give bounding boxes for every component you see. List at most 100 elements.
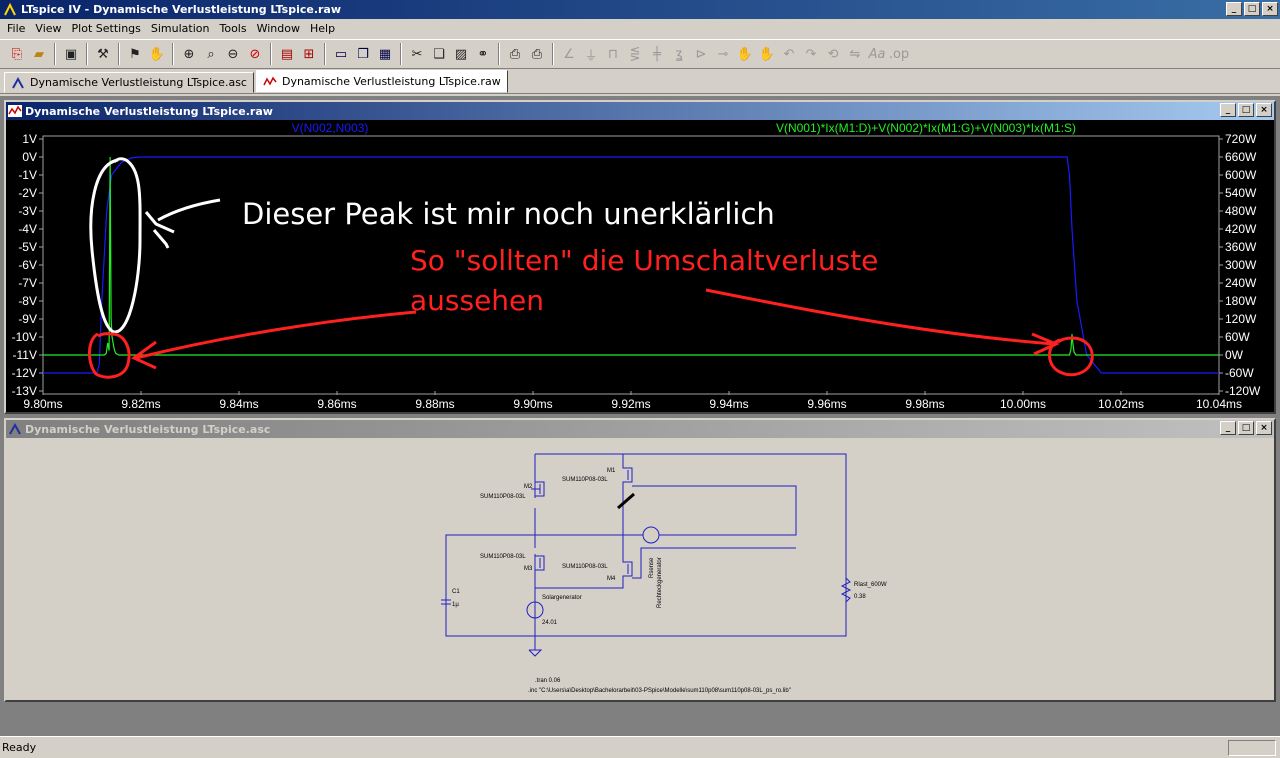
waveform-tab-icon [263,76,277,86]
new-schematic-icon[interactable]: ⎘ [6,43,28,65]
tab-waveform[interactable]: Dynamische Verlustleistung LTspice.raw [255,70,508,93]
ground-symbol [528,649,543,657]
waveform-close-button[interactable]: × [1256,103,1272,117]
zoom-out-icon[interactable]: ⊖ [222,43,244,65]
waveform-minimize-button[interactable]: _ [1220,103,1236,117]
schematic-canvas[interactable]: M1 SUM110P08-03L M2 SUM110P08-03L SUM110… [6,438,1274,700]
undo-icon[interactable]: ↶ [778,43,800,65]
schematic-close-button[interactable]: × [1256,421,1272,435]
y-right-tick-label: 360W [1225,240,1257,254]
fft-icon[interactable]: ⊞ [298,43,320,65]
red-annotation-line2: aussehen [410,284,544,317]
maximize-button[interactable]: □ [1244,2,1260,16]
schematic-maximize-button[interactable]: □ [1238,421,1254,435]
label-part-m4: SUM110P08-03L [562,564,608,570]
waveform-window-icon [8,105,22,117]
schematic-window-titlebar[interactable]: Dynamische Verlustleistung LTspice.asc _… [6,420,1274,438]
y-right-tick-label: -60W [1225,366,1254,380]
x-tick-label: 9.94ms [709,397,748,411]
halt-hand-icon[interactable]: ✋ [146,43,168,65]
run-icon[interactable]: ⚑ [124,43,146,65]
x-tick-label: 9.82ms [121,397,160,411]
y-left-tick-label: -8V [18,294,37,308]
y-right-tick-label: 420W [1225,222,1257,236]
label-vsrc: Solargenerator [542,595,582,601]
y-left-tick-label: -9V [18,312,37,326]
y-right-tick-label: 0W [1225,348,1244,362]
menu-tools[interactable]: Tools [214,22,251,35]
ltspice-app-icon [4,2,16,15]
capacitor-icon[interactable]: ╪ [646,43,668,65]
ground-icon[interactable]: ⏚ [580,43,602,65]
tab-schematic[interactable]: Dynamische Verlustleistung LTspice.asc [4,72,254,93]
mirror-icon[interactable]: ⇋ [844,43,866,65]
y-axis-right: 720W 660W 600W 540W 480W 420W 360W 300W 240W 180W… [1219,132,1261,398]
trace1-label[interactable]: V(N002,N003) [292,121,369,135]
text-icon[interactable]: Aa [866,43,888,65]
y-left-tick-label: -7V [18,276,37,290]
menu-plot-settings[interactable]: Plot Settings [67,22,146,35]
red-annotation-line1: So "sollten" die Umschaltverluste [410,244,878,277]
autorange-icon[interactable]: ▤ [276,43,298,65]
menu-simulation[interactable]: Simulation [146,22,215,35]
menu-help[interactable]: Help [305,22,340,35]
x-tick-label: 9.92ms [611,397,650,411]
zoom-in-icon[interactable]: ⊕ [178,43,200,65]
probe-icon [617,492,635,510]
menu-view[interactable]: View [30,22,66,35]
spice-directive-icon[interactable]: .op [888,43,910,65]
wire-icon[interactable]: ∠ [558,43,580,65]
move-hand-icon[interactable]: ✋ [734,43,756,65]
y-right-tick-label: 600W [1225,168,1257,182]
copy-icon[interactable]: ❏ [428,43,450,65]
drag-hand-icon[interactable]: ✋ [756,43,778,65]
find-icon[interactable]: ⚭ [472,43,494,65]
schematic-minimize-button[interactable]: _ [1220,421,1236,435]
diode-icon[interactable]: ⊳ [690,43,712,65]
y-right-tick-label: 120W [1225,312,1257,326]
x-tick-label: 9.84ms [219,397,258,411]
spice-directive-include[interactable]: .inc "C:\Users\a\Desktop\Bachelorarbeit\… [528,688,791,694]
pan-icon[interactable]: ⌕ [200,43,222,65]
tile-horizontal-icon[interactable]: ▭ [330,43,352,65]
m1-body [622,454,633,535]
y-right-tick-label: 180W [1225,294,1257,308]
inductor-icon[interactable]: ʓ [668,43,690,65]
waveform-window: Dynamische Verlustleistung LTspice.raw _… [4,100,1276,414]
status-text: Ready [2,741,37,754]
waveform-window-titlebar[interactable]: Dynamische Verlustleistung LTspice.raw _… [6,102,1274,120]
spice-directive-tran[interactable]: .tran 0.06 [535,678,561,684]
component-icon[interactable]: ⊸ [712,43,734,65]
redo-icon[interactable]: ↷ [800,43,822,65]
schematic-window-icon [9,423,21,435]
waveform-maximize-button[interactable]: □ [1238,103,1254,117]
paste-icon[interactable]: ▨ [450,43,472,65]
y-left-tick-label: -5V [18,240,37,254]
tile-vertical-icon[interactable]: ▦ [374,43,396,65]
label-vsrc-value: 24.01 [542,620,558,626]
x-tick-label: 9.86ms [317,397,356,411]
print-icon[interactable]: ⎙ [526,43,548,65]
open-folder-icon[interactable]: ▰ [28,43,50,65]
label-net-icon[interactable]: ⊓ [602,43,624,65]
cascade-icon[interactable]: ❐ [352,43,374,65]
red-arrow-right [705,288,1060,356]
wire-outer [445,453,847,637]
cut-icon[interactable]: ✂ [406,43,428,65]
trace2-label[interactable]: V(N001)*Ix(M1:D)+V(N002)*Ix(M1:G)+V(N003… [776,121,1076,135]
print-setup-icon[interactable]: ⎙ [504,43,526,65]
menu-file[interactable]: File [2,22,30,35]
close-button[interactable]: × [1262,2,1278,16]
y-left-tick-label: -2V [18,186,37,200]
mdi-area: Dynamische Verlustleistung LTspice.raw _… [0,96,1280,736]
minimize-button[interactable]: _ [1226,2,1242,16]
y-left-tick-label: -11V [13,348,37,362]
waveform-plot[interactable]: 1V 0V -1V -2V -3V -4V -5V -6V -7V -8V -9V -10V -11V -… [6,120,1274,412]
control-panel-icon[interactable]: ⚒ [92,43,114,65]
rotate-icon[interactable]: ⟲ [822,43,844,65]
label-m2: M2 [524,484,533,490]
zoom-cancel-icon[interactable]: ⊘ [244,43,266,65]
resistor-icon[interactable]: ⋚ [624,43,646,65]
menu-window[interactable]: Window [252,22,305,35]
save-icon[interactable]: ▣ [60,43,82,65]
